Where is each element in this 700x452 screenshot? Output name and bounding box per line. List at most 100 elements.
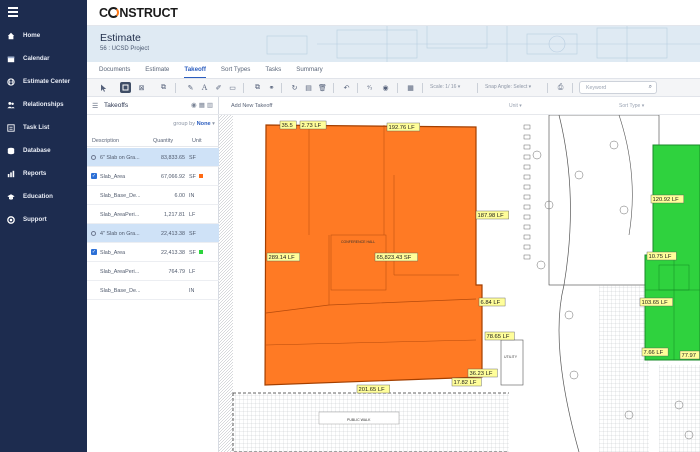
takeoff-unit: SF: [189, 173, 196, 180]
support-icon: [7, 215, 15, 224]
group-by-value: None: [196, 121, 211, 127]
parking-stall: [523, 194, 531, 200]
takeoff-unit: SF: [189, 249, 196, 256]
measurement-label: 65,823.43 SF: [377, 255, 412, 261]
takeoff-item-row[interactable]: ✓ Slab_Area 67,066.92 SF: [87, 167, 219, 186]
takeoffs-panel-header: ☰ Takeoffs ◉▦▥: [87, 97, 219, 115]
panel-menu-icon[interactable]: ☰: [92, 102, 98, 110]
takeoff-group-row[interactable]: 4" Slab on Gra... 22,413.38 SF: [87, 224, 219, 243]
highlighter-icon[interactable]: ✐: [213, 82, 224, 93]
delete-icon[interactable]: 🗑: [317, 82, 328, 93]
measurement-label: 192.76 LF: [389, 125, 416, 131]
checkbox-checked[interactable]: ✓: [91, 173, 97, 179]
takeoff-item-row[interactable]: Slab_Base_De... 6.00 IN: [87, 186, 219, 205]
unit-dropdown-label: Unit: [509, 103, 518, 109]
count-tool-icon[interactable]: ⧉: [158, 82, 169, 93]
color-swatch[interactable]: [199, 174, 203, 178]
search-icon[interactable]: ⌕: [649, 84, 652, 91]
color-swatch[interactable]: [199, 250, 203, 254]
keyword-search-input[interactable]: Keyword ⌕: [579, 81, 657, 94]
tab-takeoff[interactable]: Takeoff: [184, 62, 206, 78]
unit-dropdown[interactable]: Unit ▾: [509, 103, 522, 109]
collapse-icon[interactable]: [91, 154, 96, 160]
tab-sort-types[interactable]: Sort Types: [221, 62, 250, 78]
parking-stall: [523, 214, 531, 220]
sidebar-item-estimate-center[interactable]: Estimate Center: [0, 70, 87, 93]
takeoff-item-row[interactable]: Slab_Base_De... IN: [87, 281, 219, 300]
checkbox-checked[interactable]: ✓: [91, 249, 97, 255]
visibility-eye-icon[interactable]: ◉: [380, 82, 391, 93]
copy-icon[interactable]: ⧉: [252, 82, 263, 93]
sidebar-item-education[interactable]: Education: [0, 185, 87, 208]
select-pointer-icon[interactable]: [98, 82, 109, 93]
panel-view-icons[interactable]: ◉▦▥: [191, 101, 215, 109]
collapse-icon[interactable]: [91, 230, 96, 236]
floor-plan-drawing[interactable]: 35.5 2.73 LF 192.76 LF 187.98 LF 289.14 LF 65…: [219, 115, 700, 452]
takeoff-item-row[interactable]: ✓ Slab_Area 22,413.38 SF: [87, 243, 219, 262]
construct-logo[interactable]: C NSTRUCT: [99, 6, 178, 20]
area-tool-icon[interactable]: [120, 82, 131, 93]
drawing-canvas[interactable]: 35.5 2.73 LF 192.76 LF 187.98 LF 289.14 LF 65…: [219, 115, 700, 452]
add-new-takeoff-button[interactable]: Add New Takeoff: [231, 103, 272, 109]
calculator-icon[interactable]: ▦: [405, 82, 416, 93]
street: [509, 115, 559, 452]
parking-stall: [523, 154, 531, 160]
sidebar-item-database[interactable]: Database: [0, 139, 87, 162]
tab-bar: Documents Estimate Takeoff Sort Types Ta…: [87, 62, 700, 79]
parking-stall: [523, 254, 531, 260]
comment-icon[interactable]: ▭: [227, 82, 238, 93]
sidebar-item-home[interactable]: Home: [0, 24, 87, 47]
sort-type-dropdown[interactable]: Sort Type ▾: [619, 103, 644, 109]
sidebar-item-label: Reports: [23, 170, 47, 177]
adjacent-grid: [599, 285, 649, 452]
sidebar-item-task-list[interactable]: Task List: [0, 116, 87, 139]
scale-select[interactable]: Scale: 1/ 16 ▾: [430, 84, 460, 90]
measurement-label: 7.66 LF: [644, 350, 664, 356]
measurement-label: 120.92 LF: [653, 197, 680, 203]
sidebar-item-support[interactable]: Support: [0, 208, 87, 231]
sidebar-nav: Home Calendar Estimate Center Relationsh…: [0, 24, 87, 231]
tab-documents[interactable]: Documents: [99, 62, 130, 78]
sidebar-item-relationships[interactable]: Relationships: [0, 93, 87, 116]
pencil-icon[interactable]: ✎: [185, 82, 196, 93]
page-title: Estimate: [100, 32, 141, 44]
sidebar-item-label: Calendar: [23, 55, 50, 62]
hamburger-menu-icon[interactable]: [8, 7, 18, 17]
sidebar-item-calendar[interactable]: Calendar: [0, 47, 87, 70]
print-icon[interactable]: ⎙: [555, 82, 566, 93]
tab-summary[interactable]: Summary: [296, 62, 322, 78]
sidebar-item-label: Relationships: [23, 101, 64, 108]
takeoff-unit: LF: [189, 268, 196, 275]
takeoff-unit: IN: [189, 287, 195, 294]
parking-stall: [523, 224, 531, 230]
takeoff-toolbar: ⊠ ⧉ ✎ A ✐ ▭ ⧉ ⚭ ↻ ▤ 🗑 ↶ ⁴⁄₃ ◉ ▦ Scale: 1…: [87, 79, 700, 97]
people-icon: [7, 101, 15, 109]
text-icon[interactable]: A: [199, 82, 210, 93]
measure-icon[interactable]: ⁴⁄₃: [364, 82, 375, 93]
takeoff-group-row[interactable]: 6" Slab on Gra... 83,833.65 SF: [87, 148, 219, 167]
takeoff-item-row[interactable]: Slab_AreaPeri... 1,217.81 LF: [87, 205, 219, 224]
sidebar-item-label: Estimate Center: [23, 78, 71, 85]
calendar-icon: [7, 55, 15, 63]
sidebar: Home Calendar Estimate Center Relationsh…: [0, 0, 87, 452]
takeoffs-title: Takeoffs: [104, 102, 129, 109]
takeoff-unit: SF: [189, 230, 196, 237]
column-unit: Unit: [192, 138, 202, 144]
takeoffs-list: 6" Slab on Gra... 83,833.65 SF ✓ Slab_Area 67…: [87, 148, 219, 300]
column-quantity: Quantity: [153, 138, 174, 144]
takeoff-item-row[interactable]: Slab_AreaPeri... 764.79 LF: [87, 262, 219, 281]
group-by-selector[interactable]: group by None ▾: [87, 121, 215, 127]
blueprint-background: [266, 26, 700, 62]
measurement-label: 187.98 LF: [478, 213, 505, 219]
layers-icon[interactable]: ▤: [303, 82, 314, 93]
tab-estimate[interactable]: Estimate: [145, 62, 169, 78]
takeoff-unit: IN: [189, 192, 195, 199]
linear-tool-icon[interactable]: ⊠: [136, 82, 147, 93]
undo-icon[interactable]: ↶: [341, 82, 352, 93]
link-icon[interactable]: ⚭: [266, 82, 277, 93]
sidebar-item-reports[interactable]: Reports: [0, 162, 87, 185]
snap-angle-select[interactable]: Snap Angle: Select ▾: [485, 84, 531, 90]
measurement-label: 36.23 LF: [470, 371, 493, 377]
tab-tasks[interactable]: Tasks: [265, 62, 281, 78]
rotate-icon[interactable]: ↻: [289, 82, 300, 93]
